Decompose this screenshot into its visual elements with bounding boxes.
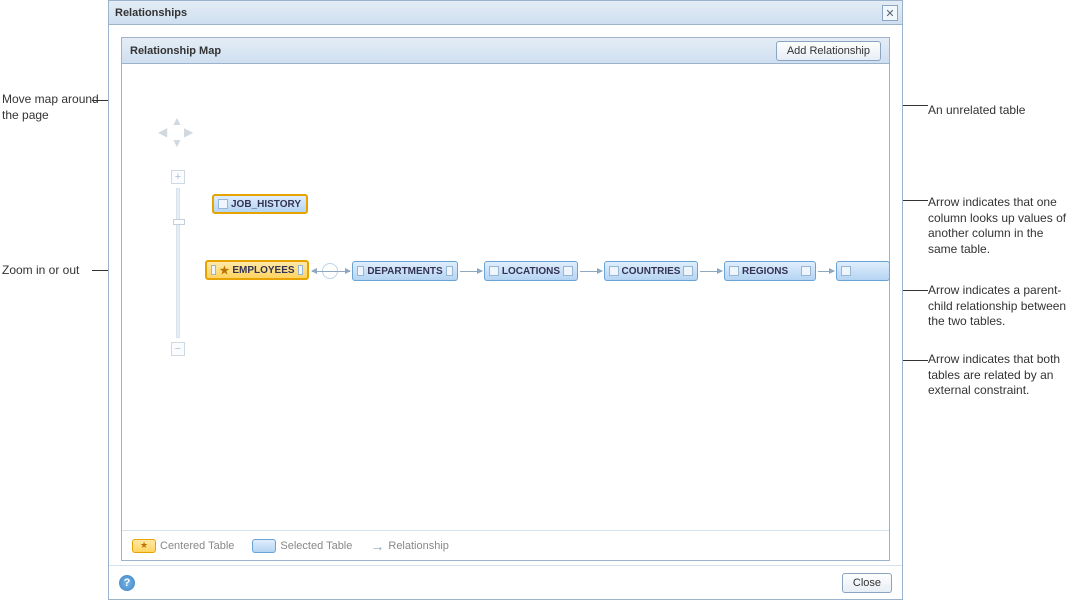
pan-left-icon[interactable]: ◀ <box>158 125 167 139</box>
expand-icon[interactable] <box>801 266 811 276</box>
connector <box>460 271 482 272</box>
canvas[interactable]: ▲ ▼ ◀ ▶ + − JOB_HISTORY <box>122 65 889 530</box>
panel-title: Relationship Map <box>130 45 221 57</box>
table-label: EMPLOYEES <box>232 265 294 276</box>
table-node-departments[interactable]: DEPARTMENTS <box>352 261 458 281</box>
expand-icon[interactable] <box>489 266 499 276</box>
annotation-parent-child: Arrow indicates a parent-child relations… <box>928 283 1068 330</box>
help-icon[interactable]: ? <box>119 575 135 591</box>
annotation-zoom: Zoom in or out <box>2 263 100 279</box>
expand-icon[interactable] <box>683 266 693 276</box>
pan-right-icon[interactable]: ▶ <box>184 125 193 139</box>
table-label: DEPARTMENTS <box>367 266 442 277</box>
star-icon: ★ <box>219 264 229 277</box>
table-label: REGIONS <box>742 266 788 277</box>
expand-icon[interactable] <box>609 266 619 276</box>
legend-relationship: → Relationship <box>370 538 449 554</box>
annotation-external: Arrow indicates that both tables are rel… <box>928 352 1068 399</box>
table-label: LOCATIONS <box>502 266 560 277</box>
connector <box>700 271 722 272</box>
zoom-control: + − <box>171 170 185 360</box>
connector <box>818 271 834 272</box>
zoom-out-button[interactable]: − <box>171 342 185 356</box>
table-node-locations[interactable]: LOCATIONS <box>484 261 578 281</box>
zoom-track[interactable] <box>176 188 180 338</box>
legend-label: Relationship <box>388 540 449 552</box>
zoom-in-button[interactable]: + <box>171 170 185 184</box>
arrow-icon: → <box>370 538 384 554</box>
expand-icon[interactable] <box>563 266 573 276</box>
expand-icon[interactable] <box>357 266 364 276</box>
expand-icon[interactable] <box>446 266 453 276</box>
close-icon[interactable]: ✕ <box>882 5 898 21</box>
table-label: COUNTRIES <box>622 266 681 277</box>
zoom-thumb[interactable] <box>173 219 185 225</box>
pan-control[interactable]: ▲ ▼ ◀ ▶ <box>162 120 192 150</box>
legend-label: Selected Table <box>280 540 352 552</box>
table-icon <box>218 199 228 209</box>
dialog-title: Relationships <box>115 7 187 19</box>
table-label: JOB_HISTORY <box>231 199 301 210</box>
legend-label: Centered Table <box>160 540 234 552</box>
dialog-header[interactable]: Relationships <box>109 1 902 25</box>
expand-icon[interactable] <box>841 266 851 276</box>
table-node-regions[interactable]: REGIONS <box>724 261 816 281</box>
table-node-job-history[interactable]: JOB_HISTORY <box>212 194 308 214</box>
table-node-employees[interactable]: ★ EMPLOYEES <box>205 260 309 280</box>
close-button[interactable]: Close <box>842 573 892 593</box>
annotation-self-lookup: Arrow indicates that one column looks up… <box>928 195 1068 257</box>
legend-centered: ★ Centered Table <box>132 539 234 553</box>
expand-icon[interactable] <box>298 265 303 275</box>
pan-up-icon[interactable]: ▲ <box>171 114 183 128</box>
expand-icon[interactable] <box>729 266 739 276</box>
connector <box>312 271 350 272</box>
dialog-footer: ? Close <box>109 565 902 599</box>
annotation-unrelated: An unrelated table <box>928 103 1068 119</box>
legend-selected: Selected Table <box>252 539 352 553</box>
add-relationship-button[interactable]: Add Relationship <box>776 41 881 61</box>
relationship-map-panel: Relationship Map Add Relationship ▲ ▼ ◀ … <box>121 37 890 561</box>
pan-down-icon[interactable]: ▼ <box>171 136 183 150</box>
relationships-dialog: Relationships ✕ Relationship Map Add Rel… <box>108 0 903 600</box>
legend: ★ Centered Table Selected Table → Relati… <box>122 530 889 560</box>
table-node-countries[interactable]: COUNTRIES <box>604 261 698 281</box>
table-node-extra[interactable] <box>836 261 890 281</box>
panel-header: Relationship Map Add Relationship <box>122 38 889 64</box>
expand-icon[interactable] <box>211 265 216 275</box>
annotation-move-map: Move map around the page <box>2 92 100 123</box>
connector <box>580 271 602 272</box>
